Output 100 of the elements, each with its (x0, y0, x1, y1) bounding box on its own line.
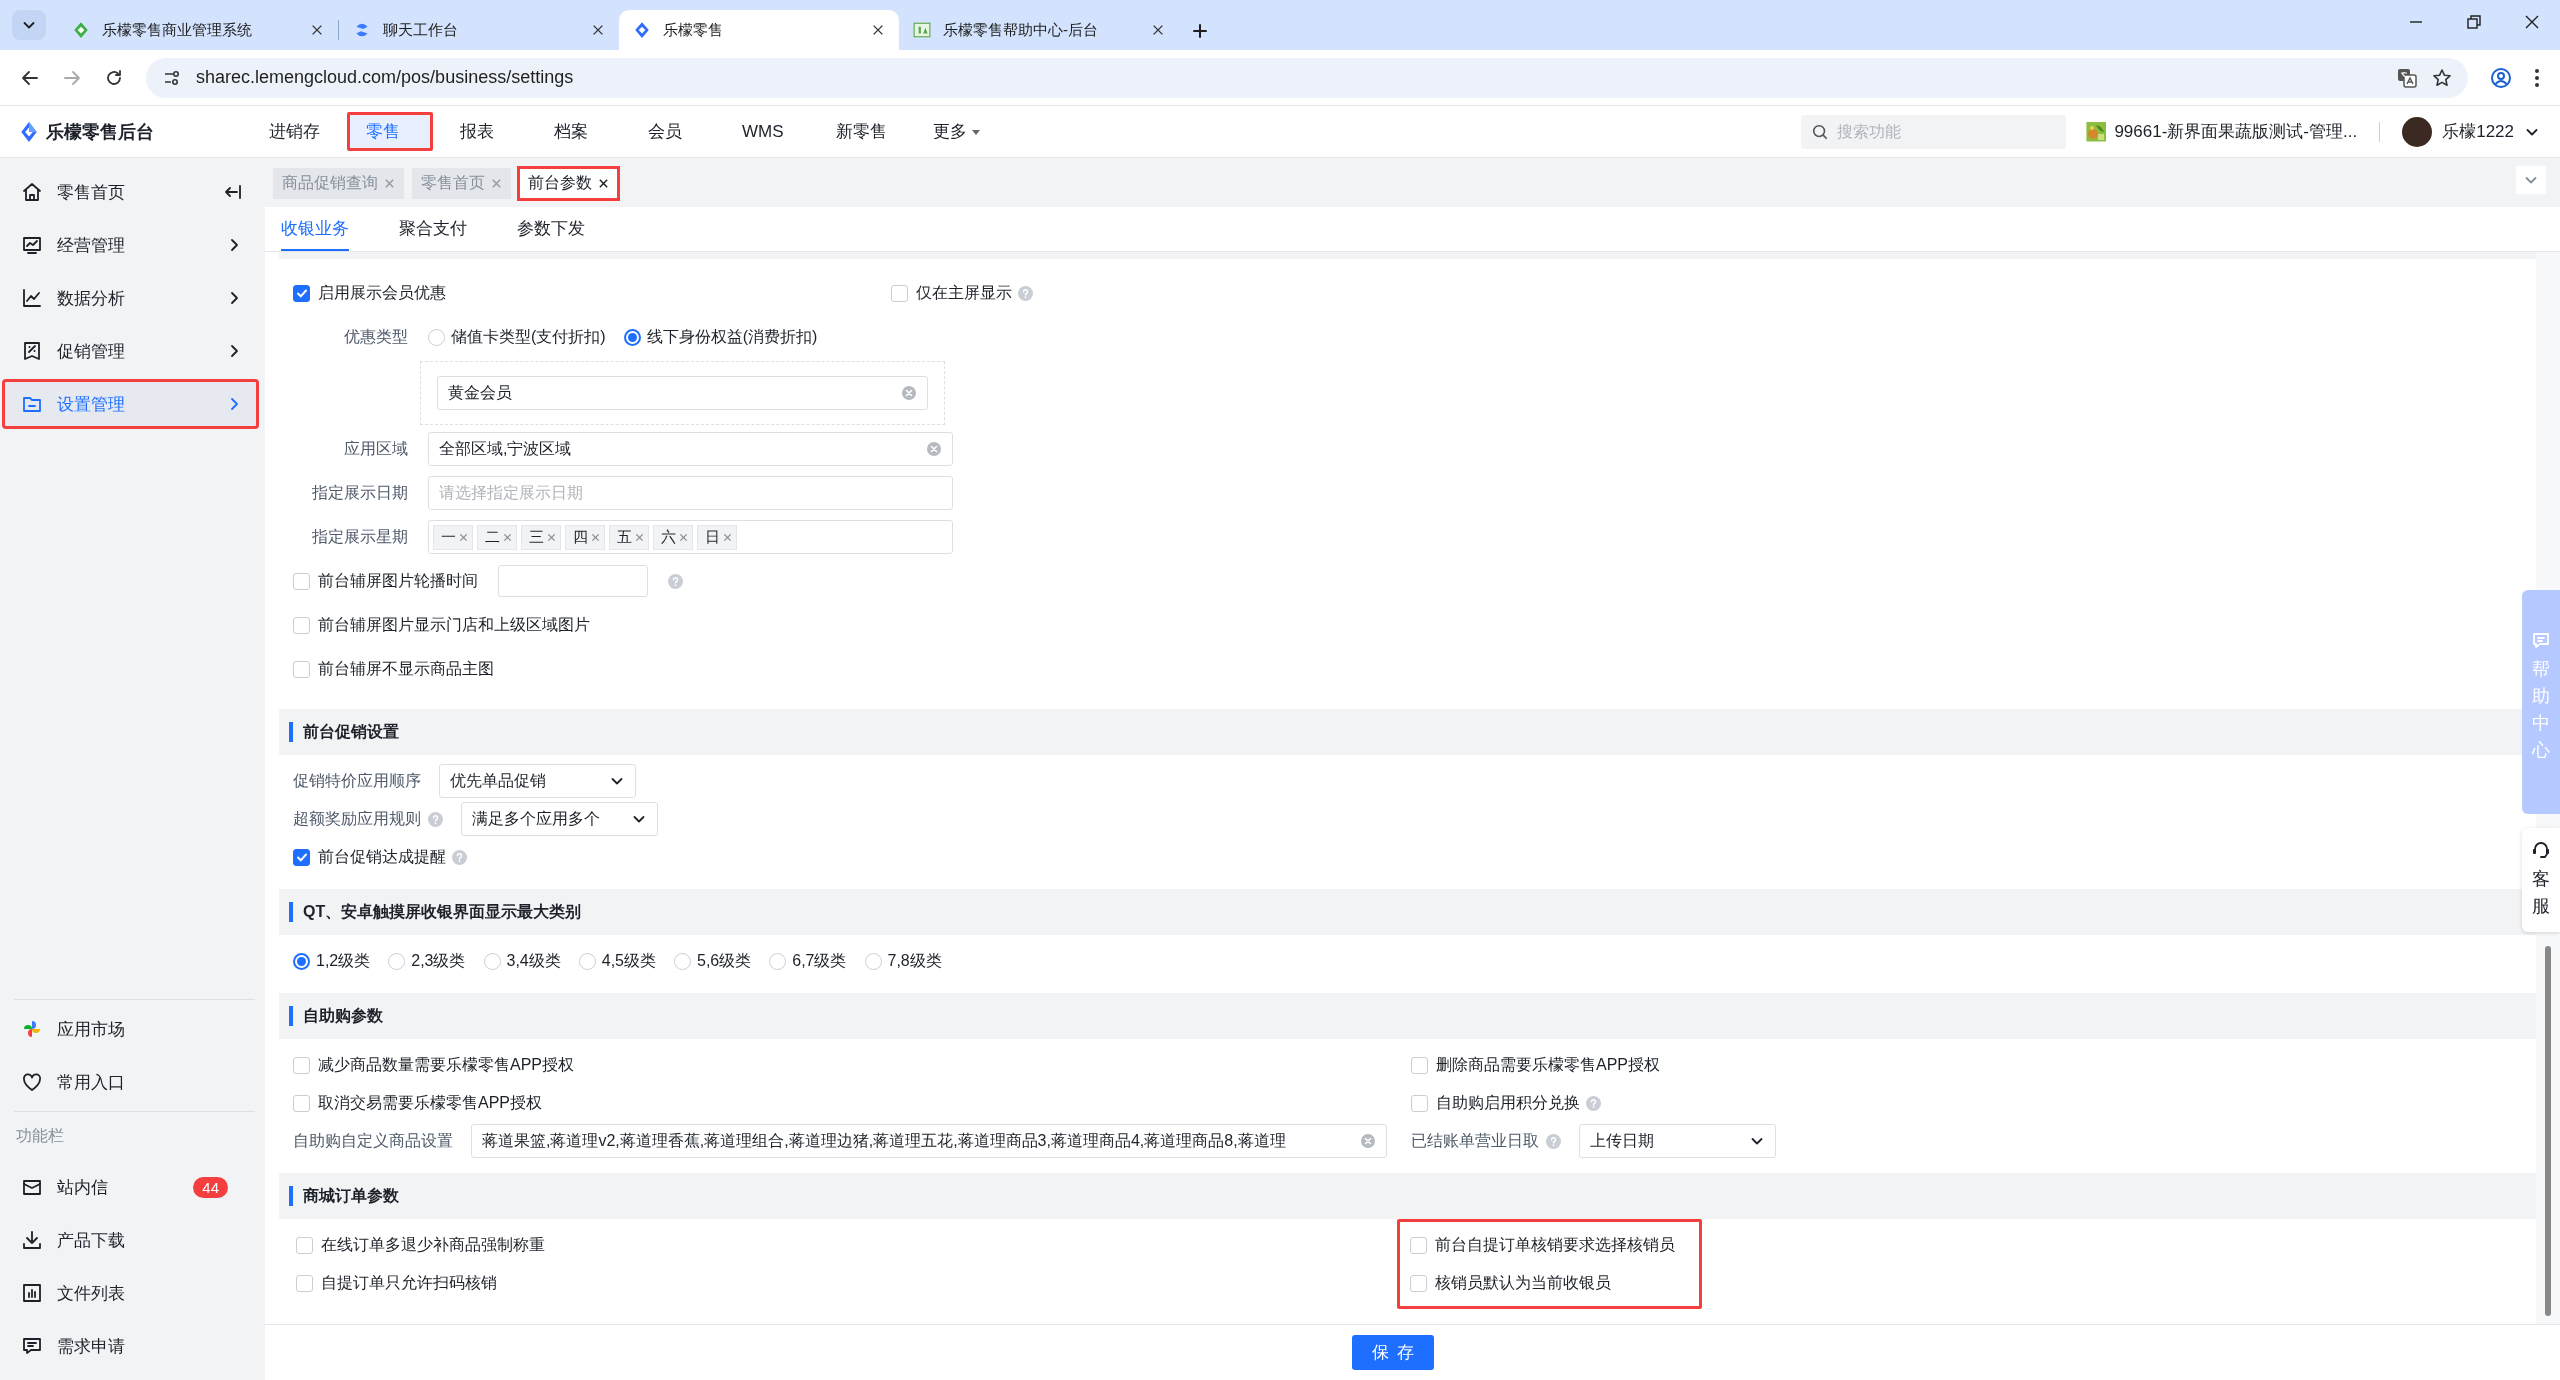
checkbox[interactable] (293, 284, 310, 302)
close-icon[interactable] (591, 23, 605, 37)
checkbox[interactable] (1410, 1236, 1427, 1254)
sidebar-item[interactable]: 零售首页 (2, 167, 259, 217)
profile-icon[interactable] (2490, 66, 2512, 89)
sidebar-item[interactable]: 站内信 44 (2, 1162, 259, 1212)
tag-chip[interactable]: 六 (653, 524, 693, 550)
radio-label[interactable]: 7,8级类 (887, 950, 942, 972)
translate-icon[interactable] (2396, 66, 2418, 89)
checkbox-label[interactable]: 前台辅屏图片显示门店和上级区域图片 (318, 614, 590, 636)
clear-icon[interactable] (1360, 1133, 1376, 1149)
checkbox[interactable] (891, 284, 908, 302)
tag-select-field[interactable]: 一 二 三 四 五 六 日 (428, 520, 953, 554)
sub-tab[interactable]: 聚合支付 (399, 207, 467, 251)
customer-service-tab[interactable]: 客服 (2522, 828, 2560, 932)
radio-label[interactable]: 4,5级类 (601, 950, 656, 972)
radio-button[interactable] (623, 328, 641, 346)
close-icon[interactable] (871, 23, 885, 37)
sidebar-item[interactable]: 产品下载 (2, 1215, 259, 1265)
radio-button[interactable] (864, 952, 882, 970)
sidebar-item[interactable]: 设置管理 (2, 379, 259, 429)
radio-button[interactable] (428, 328, 445, 346)
sidebar-item[interactable]: 数据分析 (2, 273, 259, 323)
browser-tab[interactable]: 聊天工作台 (339, 10, 619, 50)
close-icon[interactable] (2524, 14, 2540, 30)
checkbox[interactable] (293, 660, 310, 678)
checkbox[interactable] (293, 848, 310, 866)
checkbox[interactable] (1411, 1094, 1428, 1112)
tab-list-button[interactable] (12, 10, 46, 40)
nav-item[interactable]: 报表 (441, 112, 527, 151)
sidebar-item[interactable]: 文件列表 (2, 1268, 259, 1318)
select-field[interactable]: 满足多个应用多个 (461, 802, 658, 836)
checkbox[interactable] (1411, 1056, 1428, 1074)
checkbox-label[interactable]: 自助购启用积分兑换 (1436, 1092, 1601, 1114)
sidebar-item[interactable]: 需求申请 (2, 1321, 259, 1371)
checkbox-label[interactable]: 启用展示会员优惠 (318, 282, 446, 304)
remove-icon[interactable] (547, 532, 556, 542)
radio-label[interactable]: 储值卡类型(支付折扣) (451, 326, 606, 348)
clear-icon[interactable] (901, 385, 917, 401)
checkbox[interactable] (296, 1236, 313, 1254)
radio-label[interactable]: 6,7级类 (792, 950, 847, 972)
checkbox-label[interactable]: 自提订单只允许扫码核销 (321, 1272, 497, 1294)
address-field[interactable]: sharec.lemengcloud.com/pos/business/settings (146, 57, 2468, 98)
sidebar-item[interactable]: 应用市场 (2, 1004, 259, 1054)
close-icon[interactable] (310, 23, 324, 37)
tab-menu-button[interactable] (2516, 166, 2546, 194)
tag-chip[interactable]: 三 (521, 524, 561, 550)
checkbox[interactable] (296, 1274, 313, 1292)
checkbox-label[interactable]: 前台辅屏不显示商品主图 (318, 658, 494, 680)
nav-item[interactable]: 会员 (629, 112, 715, 151)
checkbox[interactable] (293, 616, 310, 634)
checkbox[interactable] (293, 1056, 310, 1074)
checkbox[interactable] (293, 1094, 310, 1112)
checkbox-label[interactable]: 取消交易需要乐檬零售APP授权 (318, 1092, 542, 1114)
checkbox[interactable] (1410, 1274, 1427, 1292)
reload-icon[interactable] (104, 67, 124, 88)
checkbox-label[interactable]: 在线订单多退少补商品强制称重 (321, 1234, 545, 1256)
remove-icon[interactable] (591, 532, 600, 542)
nav-item[interactable]: WMS (723, 112, 809, 151)
radio-button[interactable] (388, 952, 406, 970)
tag-chip[interactable]: 二 (477, 524, 517, 550)
radio-label[interactable]: 3,4级类 (506, 950, 561, 972)
radio-button[interactable] (293, 952, 310, 970)
checkbox-label[interactable]: 删除商品需要乐檬零售APP授权 (1436, 1054, 1660, 1076)
nav-item[interactable]: 新零售 (817, 112, 906, 151)
radio-label[interactable]: 5,6级类 (697, 950, 752, 972)
close-icon[interactable] (1151, 23, 1165, 37)
radio-label[interactable]: 线下身份权益(消费折扣) (646, 326, 818, 348)
checkbox-label[interactable]: 减少商品数量需要乐檬零售APP授权 (318, 1054, 574, 1076)
nav-item[interactable]: 零售 (347, 112, 433, 151)
radio-button[interactable] (674, 952, 691, 970)
sidebar-item[interactable]: 促销管理 (2, 326, 259, 376)
tag-chip[interactable]: 五 (609, 524, 649, 550)
user-menu[interactable]: 乐檬1222 (2402, 116, 2560, 147)
clear-icon[interactable] (926, 441, 942, 457)
nav-item[interactable]: 进销存 (250, 112, 339, 151)
sidebar-item[interactable]: 经营管理 (2, 220, 259, 270)
radio-label[interactable]: 2,3级类 (411, 950, 466, 972)
checkbox[interactable] (293, 572, 310, 590)
radio-button[interactable] (769, 952, 787, 970)
search-field[interactable]: 搜索功能 (1801, 114, 2067, 149)
restore-icon[interactable] (2466, 14, 2482, 30)
checkbox-label[interactable]: 仅在主屏显示 (916, 282, 1033, 304)
tag-chip[interactable]: 一 (433, 524, 473, 550)
remove-icon[interactable] (679, 532, 688, 542)
nav-item[interactable]: 档案 (535, 112, 621, 151)
scrollbar-thumb[interactable] (2545, 946, 2551, 1316)
new-tab-icon[interactable] (1191, 22, 1209, 40)
browser-tab[interactable]: 乐檬零售 (619, 10, 899, 50)
select-field[interactable]: 优先单品促销 (439, 764, 636, 798)
remove-icon[interactable] (459, 532, 468, 542)
input-field[interactable]: 蒋道果篮,蒋道理v2,蒋道理香蕉,蒋道理组合,蒋道理边猪,蒋道理五花,蒋道理商品3,蒋道理商品4,蒋道理商品8,蒋道理 (471, 1124, 1387, 1158)
menu-icon[interactable] (2534, 67, 2540, 88)
store-name[interactable]: 99661-新界面果蔬版测试-管理... (2114, 120, 2358, 143)
select-field[interactable]: 上传日期 (1579, 1124, 1776, 1158)
sidebar-item[interactable]: 常用入口 (2, 1057, 259, 1107)
tag-chip[interactable]: 四 (565, 524, 605, 550)
remove-icon[interactable] (635, 532, 644, 542)
input-field[interactable]: 黄金会员 (437, 376, 928, 410)
checkbox-label[interactable]: 前台促销达成提醒 (318, 846, 467, 868)
